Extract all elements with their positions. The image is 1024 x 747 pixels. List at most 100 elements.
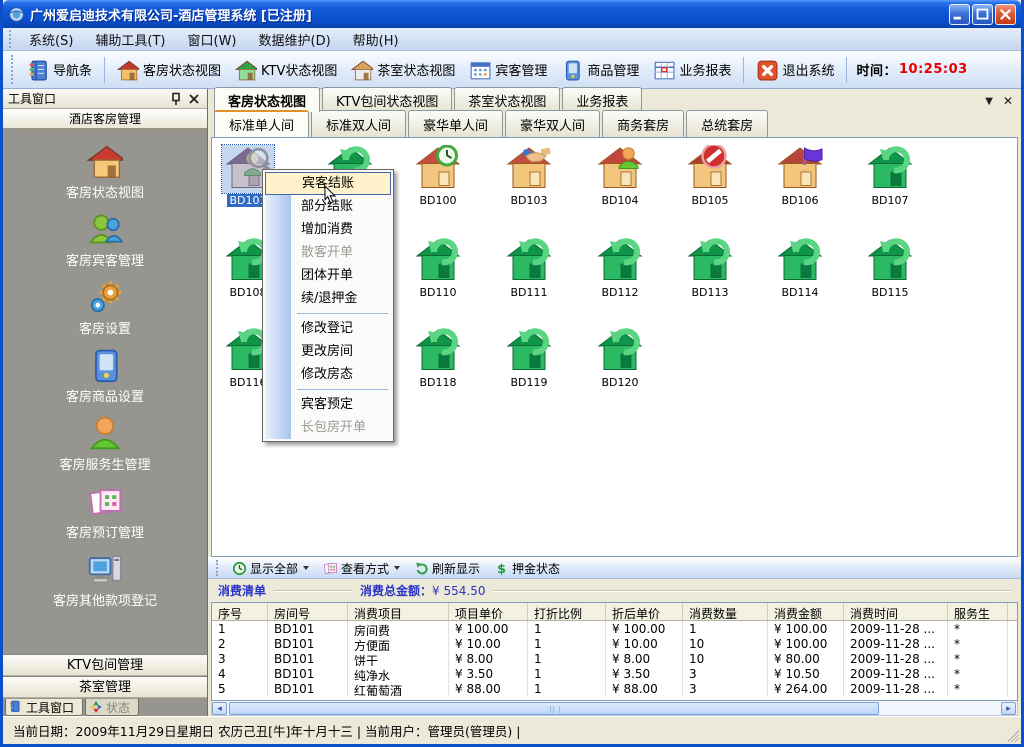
context-menu-item-修改登记[interactable]: 修改登记 — [265, 317, 391, 340]
minimize-button[interactable] — [949, 4, 970, 25]
table-row[interactable]: 3BD101饼干¥ 8.001¥ 8.0010¥ 80.002009-11-28… — [212, 651, 1017, 666]
table-row[interactable]: 1BD101房间费¥ 100.001¥ 100.001¥ 100.002009-… — [212, 621, 1017, 636]
toolbar-button-茶室状态视图[interactable]: 茶室状态视图 — [344, 54, 462, 86]
room-BD104[interactable]: BD104 — [582, 145, 658, 207]
roomtype-tab-豪华双人间[interactable]: 豪华双人间 — [505, 110, 600, 137]
roomtype-tab-总统套房[interactable]: 总统套房 — [686, 110, 768, 137]
refresh-icon — [414, 561, 429, 576]
tab-KTV包间状态视图[interactable]: KTV包间状态视图 — [322, 87, 452, 112]
toolbar-button-导航条[interactable]: 导航条 — [20, 54, 99, 86]
column-header-服务生[interactable]: 服务生 — [948, 603, 1008, 620]
menu-item-系统(S)[interactable]: 系统(S) — [18, 28, 84, 51]
menubar-grip[interactable] — [9, 30, 14, 48]
sidebar-item-客房服务生管理[interactable]: 客房服务生管理 — [15, 415, 195, 473]
room-BD103[interactable]: BD103 — [491, 145, 567, 207]
sidebar-tab-工具窗口[interactable]: 工具窗口 — [5, 699, 83, 716]
resize-grip[interactable] — [1007, 730, 1019, 742]
sidebar-section-KTV包间管理[interactable]: KTV包间管理 — [3, 654, 207, 676]
roomtype-tab-豪华单人间[interactable]: 豪华单人间 — [408, 110, 503, 137]
table-row[interactable]: 5BD101红葡萄酒¥ 88.001¥ 88.003¥ 264.002009-1… — [212, 681, 1017, 696]
toolbar-grip[interactable] — [11, 55, 16, 85]
column-header-折后单价[interactable]: 折后单价 — [606, 603, 683, 620]
consume-toolbar-button-查看方式[interactable]: 查看方式 — [318, 559, 405, 578]
column-header-消费时间[interactable]: 消费时间 — [844, 603, 948, 620]
table-cell: ¥ 10.50 — [768, 666, 844, 681]
table-row[interactable]: 4BD101纯净水¥ 3.501¥ 3.503¥ 10.502009-11-28… — [212, 666, 1017, 681]
scroll-right-arrow[interactable]: ▸ — [1001, 702, 1016, 715]
room-BD106[interactable]: BD106 — [762, 145, 838, 207]
column-header-序号[interactable]: 序号 — [212, 603, 268, 620]
tab-茶室状态视图[interactable]: 茶室状态视图 — [454, 87, 560, 112]
toolbar-button-业务报表[interactable]: 业务报表 — [646, 54, 738, 86]
menu-item-帮助(H)[interactable]: 帮助(H) — [342, 28, 410, 51]
column-header-消费数量[interactable]: 消费数量 — [683, 603, 768, 620]
room-BD118[interactable]: BD118 — [400, 327, 476, 389]
pin-icon[interactable] — [168, 91, 184, 107]
tab-scroll-down-icon[interactable]: ▼ — [985, 96, 993, 107]
column-header-项目单价[interactable]: 项目单价 — [449, 603, 528, 620]
consume-toolbar-button-显示全部[interactable]: 显示全部 — [227, 559, 314, 578]
context-menu-item-团体开单[interactable]: 团体开单 — [265, 264, 391, 287]
table-row[interactable]: 2BD101方便面¥ 10.001¥ 10.0010¥ 100.002009-1… — [212, 636, 1017, 651]
tab-业务报表[interactable]: 业务报表 — [562, 87, 642, 112]
room-label: BD107 — [869, 194, 910, 207]
toolbar-button-商品管理[interactable]: 商品管理 — [554, 54, 646, 86]
sidebar-section-茶室管理[interactable]: 茶室管理 — [3, 676, 207, 698]
toolbar-button-客房状态视图[interactable]: 客房状态视图 — [110, 54, 228, 86]
room-BD110[interactable]: BD110 — [400, 237, 476, 299]
menu-item-数据维护(D)[interactable]: 数据维护(D) — [248, 28, 342, 51]
consume-toolbar-button-押金状态[interactable]: $押金状态 — [489, 559, 565, 578]
room-BD105[interactable]: BD105 — [672, 145, 748, 207]
tab-close-icon[interactable]: ✕ — [1003, 94, 1013, 108]
room-BD119[interactable]: BD119 — [491, 327, 567, 389]
sidebar-close-icon[interactable] — [186, 91, 202, 107]
sidebar-item-客房状态视图[interactable]: 客房状态视图 — [15, 143, 195, 201]
dropdown-arrow-icon[interactable] — [394, 566, 400, 570]
time-value: 10:25:03 — [899, 62, 968, 77]
sidebar-item-客房商品设置[interactable]: 客房商品设置 — [15, 347, 195, 405]
consume-toolbar-grip[interactable] — [216, 560, 221, 576]
dropdown-arrow-icon[interactable] — [303, 566, 309, 570]
scrollbar-thumb[interactable] — [229, 702, 879, 715]
menu-item-辅助工具(T)[interactable]: 辅助工具(T) — [84, 28, 176, 51]
room-BD111[interactable]: BD111 — [491, 237, 567, 299]
sidebar-item-客房设置[interactable]: 客房设置 — [15, 279, 195, 337]
sidebar-title: 工具窗口 — [8, 90, 166, 107]
context-menu-item-更改房间[interactable]: 更改房间 — [265, 340, 391, 363]
room-BD112[interactable]: BD112 — [582, 237, 658, 299]
toolbar-button-宾客管理[interactable]: 宾客管理 — [462, 54, 554, 86]
column-header-消费金额[interactable]: 消费金额 — [768, 603, 844, 620]
sidebar-item-客房其他款项登记[interactable]: 客房其他款项登记 — [15, 551, 195, 609]
consume-toolbar-button-刷新显示[interactable]: 刷新显示 — [409, 559, 485, 578]
context-menu-item-增加消费[interactable]: 增加消费 — [265, 218, 391, 241]
context-menu-item-续/退押金[interactable]: 续/退押金 — [265, 287, 391, 310]
roomtype-tab-商务套房[interactable]: 商务套房 — [602, 110, 684, 137]
column-header-消费项目[interactable]: 消费项目 — [348, 603, 449, 620]
consume-toolbar: 显示全部查看方式刷新显示$押金状态 — [208, 557, 1021, 579]
column-header-打折比例[interactable]: 打折比例 — [528, 603, 606, 620]
room-BD100[interactable]: BD100 — [400, 145, 476, 207]
tab-客房状态视图[interactable]: 客房状态视图 — [214, 87, 320, 112]
table-cell: ¥ 10.00 — [606, 636, 683, 651]
roomtype-tab-标准双人间[interactable]: 标准双人间 — [311, 110, 406, 137]
toolbar-button-label: 商品管理 — [587, 60, 639, 79]
context-menu-item-修改房态[interactable]: 修改房态 — [265, 363, 391, 386]
sidebar-item-客房宾客管理[interactable]: 客房宾客管理 — [15, 211, 195, 269]
close-button[interactable] — [995, 4, 1016, 25]
column-header-房间号[interactable]: 房间号 — [268, 603, 348, 620]
toolbar-button-退出系统[interactable]: 退出系统 — [749, 54, 841, 86]
room-BD120[interactable]: BD120 — [582, 327, 658, 389]
menu-item-窗口(W)[interactable]: 窗口(W) — [177, 28, 248, 51]
roomtype-tab-标准单人间[interactable]: 标准单人间 — [214, 110, 309, 137]
context-menu-item-宾客预定[interactable]: 宾客预定 — [265, 393, 391, 416]
room-BD115[interactable]: BD115 — [852, 237, 928, 299]
maximize-button[interactable] — [972, 4, 993, 25]
sidebar-item-客房预订管理[interactable]: 客房预订管理 — [15, 483, 195, 541]
room-BD113[interactable]: BD113 — [672, 237, 748, 299]
scroll-left-arrow[interactable]: ◂ — [212, 702, 227, 715]
sidebar-tab-状态[interactable]: 状态 — [85, 699, 139, 716]
menu-bar: 系统(S)辅助工具(T)窗口(W)数据维护(D)帮助(H) — [3, 28, 1021, 51]
room-BD114[interactable]: BD114 — [762, 237, 838, 299]
toolbar-button-KTV状态视图[interactable]: KTV状态视图 — [228, 54, 344, 86]
room-BD107[interactable]: BD107 — [852, 145, 928, 207]
